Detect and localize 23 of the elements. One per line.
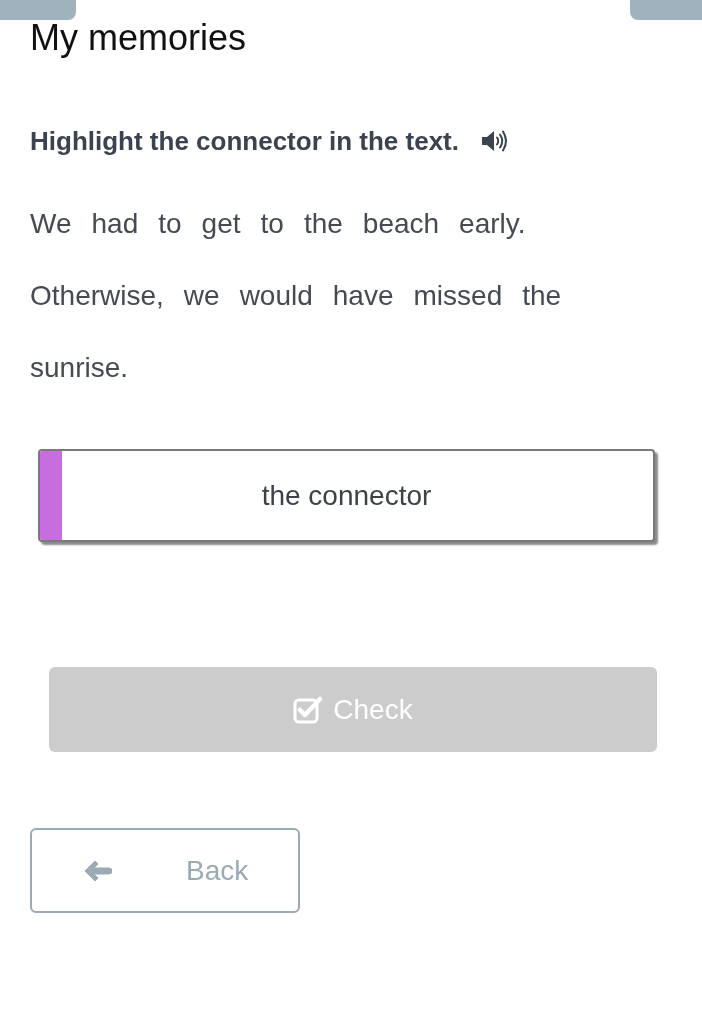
word[interactable]: early. [459,188,526,260]
word[interactable]: have [332,260,394,332]
word[interactable]: missed [413,260,503,332]
word[interactable]: Otherwise, [30,260,164,332]
word[interactable]: we [183,260,220,332]
page-title: My memories [30,20,247,56]
word[interactable]: sunrise. [30,332,129,404]
answer-slot[interactable]: the connector [38,449,655,542]
word[interactable]: We [30,188,72,260]
word[interactable]: had [91,188,139,260]
arrow-left-icon [84,858,112,883]
checkbox-tick-icon [293,695,324,724]
word[interactable]: to [158,188,182,260]
instruction-text: Highlight the connector in the text. [30,125,459,157]
word[interactable]: beach [362,188,440,260]
word[interactable]: the [522,260,562,332]
word[interactable]: to [260,188,284,260]
cut-off-tab[interactable] [630,0,702,20]
speaker-icon[interactable] [481,129,508,153]
cut-off-tab[interactable] [0,0,76,20]
word[interactable]: would [239,260,313,332]
word[interactable]: get [201,188,241,260]
word[interactable]: the [303,188,343,260]
